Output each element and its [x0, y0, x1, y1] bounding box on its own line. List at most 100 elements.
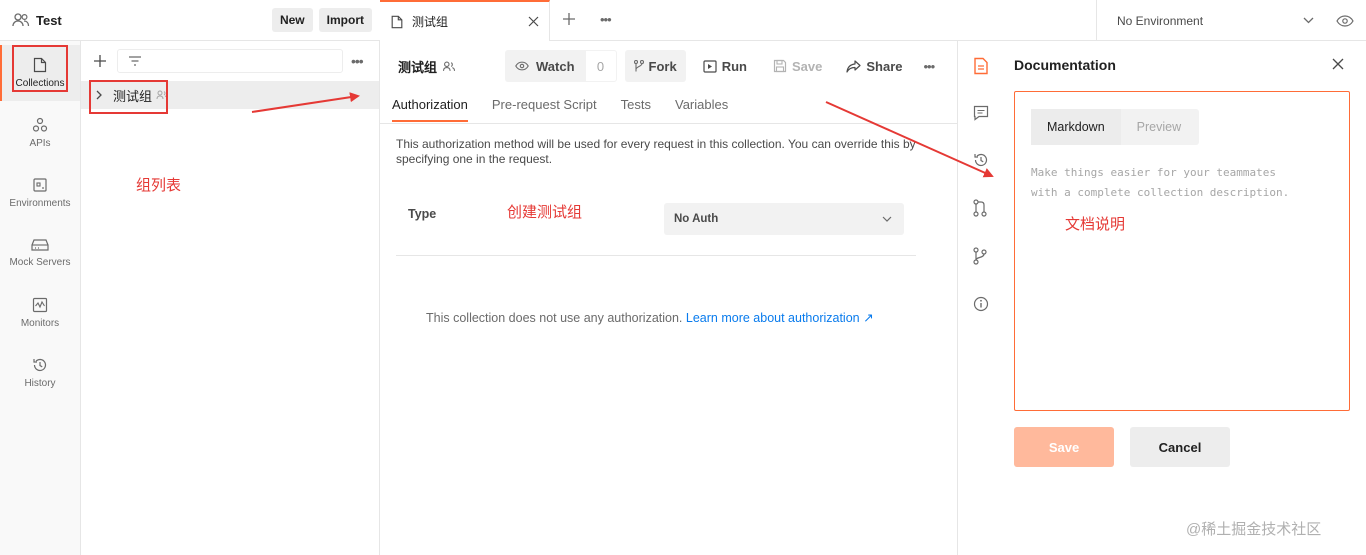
share-label: Share [866, 58, 903, 74]
watch-button[interactable]: Watch [505, 50, 585, 82]
description-placeholder: Make things easier for your teammates wi… [1031, 163, 1289, 203]
changelog-icon[interactable] [973, 152, 989, 168]
close-tab-icon[interactable] [528, 16, 539, 27]
tab-variables[interactable]: Variables [675, 97, 728, 122]
description-editor[interactable]: Markdown Preview Make things easier for … [1014, 91, 1350, 411]
save-description-button[interactable]: Save [1014, 427, 1114, 467]
collection-main: 测试组 Watch 0 Fork Run Save Share ••• Auth… [380, 41, 958, 555]
documentation-title: Documentation [1014, 57, 1116, 73]
add-collection-icon[interactable] [93, 54, 107, 68]
nav-monitors[interactable]: Monitors [0, 285, 80, 341]
comments-icon[interactable] [973, 105, 989, 121]
nav-environments-label: Environments [9, 198, 71, 209]
annotation-create-group: 创建测试组 [507, 204, 583, 221]
tab-preview[interactable]: Preview [1121, 109, 1199, 145]
placeholder-line-1: Make things easier for your teammates [1031, 166, 1277, 179]
documentation-panel: Documentation Markdown Preview Make thin… [1006, 41, 1366, 555]
watch-count: 0 [584, 50, 617, 82]
annotation-group-list: 组列表 [136, 177, 182, 194]
tab-pre-request-script[interactable]: Pre-request Script [492, 97, 597, 122]
no-auth-message: This collection does not use any authori… [426, 310, 874, 325]
info-icon[interactable] [973, 296, 989, 312]
environments-icon [32, 177, 48, 193]
left-nav: Collections APIs Environments Mock Serve… [0, 41, 81, 555]
history-icon [32, 357, 48, 373]
auth-divider [396, 255, 916, 256]
nav-apis[interactable]: APIs [0, 105, 80, 161]
nav-monitors-label: Monitors [20, 318, 60, 329]
save-icon [773, 59, 787, 73]
auth-type-select[interactable]: No Auth [664, 203, 904, 235]
annotation-box-collections [12, 45, 68, 92]
nav-mock-servers[interactable]: Mock Servers [0, 225, 80, 281]
share-button[interactable]: Share [837, 50, 911, 82]
apis-icon [32, 117, 48, 133]
learn-more-link[interactable]: Learn more about authorization ↗ [686, 311, 874, 325]
tabs-divider [380, 123, 958, 124]
annotation-doc-desc: 文档说明 [1065, 216, 1126, 233]
team-icon [12, 12, 30, 28]
sidebar-more-icon[interactable]: ••• [351, 53, 364, 69]
fork-label: Fork [648, 58, 677, 74]
nav-apis-label: APIs [29, 138, 51, 149]
collection-tab-icon [390, 15, 404, 29]
pull-requests-icon[interactable] [973, 199, 987, 217]
save-collection-button[interactable]: Save [764, 50, 831, 82]
import-button[interactable]: Import [318, 8, 372, 32]
share-icon [846, 59, 861, 73]
collection-toolbar: Watch 0 Fork Run Save Share ••• [505, 50, 936, 82]
chevron-down-icon[interactable] [1303, 17, 1314, 24]
tab-more-icon[interactable]: ••• [600, 12, 612, 27]
mock-servers-icon [31, 238, 49, 252]
nav-history-label: History [24, 378, 56, 389]
tab-authorization[interactable]: Authorization [392, 97, 468, 122]
workspace-header: Test New Import [0, 0, 380, 41]
new-button[interactable]: New [271, 8, 313, 32]
environment-select[interactable]: No Environment [1096, 0, 1366, 41]
run-button[interactable]: Run [694, 50, 756, 82]
editor-mode-tabs: Markdown Preview [1031, 109, 1200, 145]
environment-value: No Environment [1117, 13, 1204, 28]
tab-markdown[interactable]: Markdown [1031, 109, 1121, 145]
collections-sidebar: ••• 测试组 [81, 41, 380, 555]
eye-icon [515, 61, 529, 71]
auth-type-value: No Auth [674, 213, 719, 225]
eye-icon[interactable] [1336, 14, 1354, 27]
collection-title[interactable]: 测试组 [398, 57, 437, 76]
tab-collection[interactable]: 测试组 [380, 0, 550, 41]
right-icon-strip [958, 41, 1006, 555]
watermark: @稀土掘金技术社区 [1186, 521, 1322, 538]
run-icon [703, 59, 717, 73]
no-auth-text: This collection does not use any authori… [426, 311, 683, 325]
type-label: Type [408, 207, 437, 221]
close-icon[interactable] [1332, 58, 1344, 70]
main-more-icon[interactable]: ••• [924, 59, 936, 74]
sidebar-toolbar: ••• [81, 41, 379, 81]
nav-mock-servers-label: Mock Servers [9, 257, 71, 268]
filter-icon[interactable] [128, 55, 142, 67]
annotation-box-collection-row [89, 80, 168, 114]
cancel-button[interactable]: Cancel [1130, 427, 1230, 467]
save-collection-label: Save [791, 58, 823, 74]
fork-icon [633, 59, 644, 73]
tab-bar: 测试组 ••• No Environment [380, 0, 1366, 41]
watch-label: Watch [536, 58, 575, 74]
collection-header: 测试组 [398, 57, 456, 76]
nav-history[interactable]: History [0, 345, 80, 401]
workspace-name[interactable]: Test [36, 13, 62, 28]
chevron-down-icon [882, 216, 892, 222]
placeholder-line-2: with a complete collection description. [1031, 186, 1290, 199]
auth-description: This authorization method will be used f… [396, 137, 916, 166]
new-tab-icon[interactable] [562, 12, 576, 26]
nav-environments[interactable]: Environments [0, 165, 80, 221]
documentation-icon[interactable] [973, 57, 989, 75]
collection-tabs: Authorization Pre-request Script Tests V… [392, 97, 752, 122]
sidebar-search-input[interactable] [117, 49, 343, 73]
fork-button[interactable]: Fork [624, 50, 686, 82]
tab-tests[interactable]: Tests [621, 97, 651, 122]
run-label: Run [721, 58, 747, 74]
forks-icon[interactable] [973, 247, 987, 265]
monitors-icon [32, 297, 48, 313]
shared-team-icon [442, 61, 456, 72]
tab-collection-label: 测试组 [412, 15, 449, 29]
